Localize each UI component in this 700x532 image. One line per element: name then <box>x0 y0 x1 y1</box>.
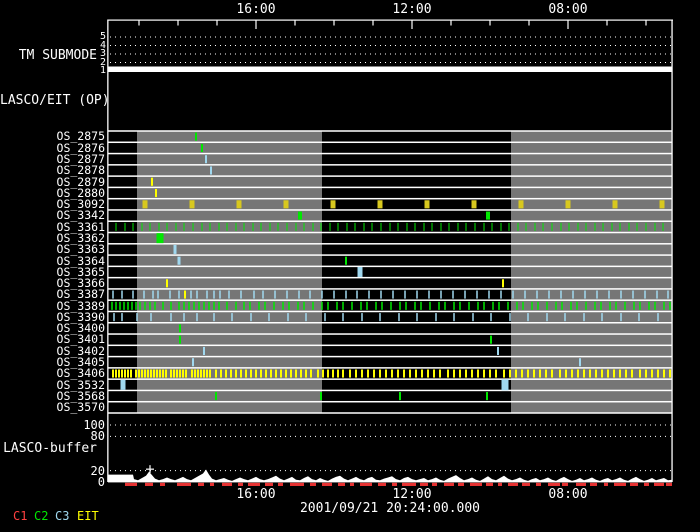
lasco-buffer-section-label: LASCO-buffer <box>3 441 97 456</box>
legend-item-c3: C3 <box>55 509 70 523</box>
lasco-timeline-screen: TM SUBMODE LASCO/EIT (OP) LASCO-buffer 2… <box>0 0 700 532</box>
timestamp-label: 2001/09/21 20:24:00.000 <box>299 501 480 516</box>
top-axis-label: 08:00 <box>548 2 588 17</box>
buffer-ytick-label: 80 <box>90 429 105 444</box>
legend-item-c1: C1 <box>13 509 28 523</box>
legend-item-eit: EIT <box>77 509 99 523</box>
bottom-axis-label: 08:00 <box>548 487 588 502</box>
top-axis-label: 16:00 <box>236 2 276 17</box>
buffer-ytick-label: 0 <box>97 475 105 489</box>
tm-submode-level-label: 1 <box>99 65 106 76</box>
timeline-plot <box>107 19 673 486</box>
bottom-axis-label: 12:00 <box>392 487 432 502</box>
top-axis-label: 12:00 <box>392 2 432 17</box>
lasco-eit-section-label: LASCO/EIT (OP) <box>0 93 110 108</box>
bottom-axis-label: 16:00 <box>236 487 276 502</box>
os-row-label: OS_3570 <box>56 400 105 415</box>
legend-item-c2: C2 <box>34 509 49 523</box>
